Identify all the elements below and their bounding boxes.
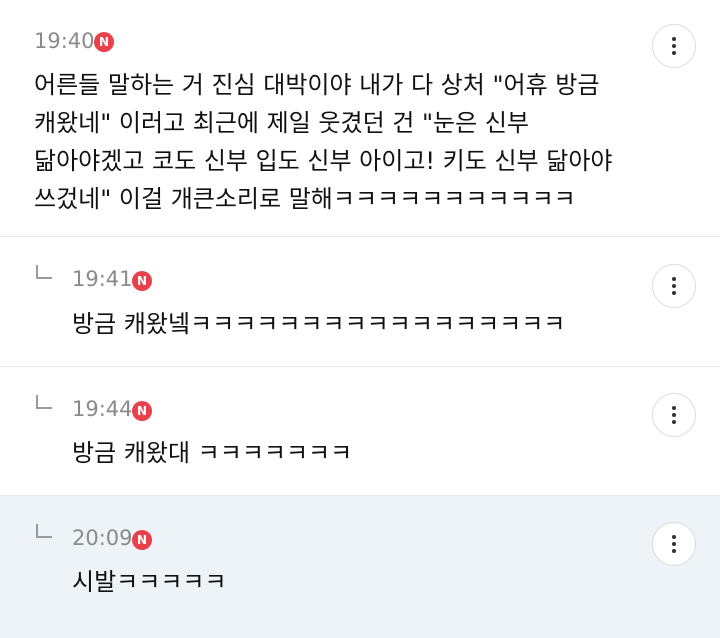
comment-text: 시발ㅋㅋㅋㅋㅋ <box>72 568 227 596</box>
more-dot <box>672 277 676 281</box>
comment-item: 20:09 N 시발ㅋㅋㅋㅋㅋ <box>0 496 720 638</box>
comment-thread: 19:40 N 어른들 말하는 거 진심 대박이야 내가 다 상처 "어휴 방금… <box>0 0 720 638</box>
comment-timestamp: 20:09 <box>72 526 133 550</box>
more-options-button[interactable] <box>652 393 696 437</box>
comment-timestamp: 19:44 <box>72 397 133 421</box>
more-dot <box>672 406 676 410</box>
more-dot <box>672 420 676 424</box>
more-dot <box>672 37 676 41</box>
comment-timestamp: 19:40 <box>34 29 95 53</box>
more-options-button[interactable] <box>652 264 696 308</box>
more-dot <box>672 284 676 288</box>
more-dot <box>672 535 676 539</box>
more-options-button[interactable] <box>652 522 696 566</box>
reply-arrow-icon <box>36 524 52 538</box>
comment-text: 방금 캐왔넼ㅋㅋㅋㅋㅋㅋㅋㅋㅋㅋㅋㅋㅋㅋㅋㅋㅋ <box>72 310 566 338</box>
more-dot <box>672 44 676 48</box>
more-options-button[interactable] <box>652 24 696 68</box>
comment-item: 19:44 N 방금 캐왔대 ㅋㅋㅋㅋㅋㅋㅋ <box>0 367 720 496</box>
comment-item: 19:41 N 방금 캐왔넼ㅋㅋㅋㅋㅋㅋㅋㅋㅋㅋㅋㅋㅋㅋㅋㅋㅋ <box>0 237 720 367</box>
more-dot <box>672 542 676 546</box>
reply-arrow-icon <box>36 395 52 409</box>
reply-arrow-icon <box>36 265 52 279</box>
new-badge: N <box>94 32 114 52</box>
comment-text: 어른들 말하는 거 진심 대박이야 내가 다 상처 "어휴 방금 캐왔네" 이러… <box>34 71 613 213</box>
more-dot <box>672 51 676 55</box>
new-badge: N <box>132 271 152 291</box>
comment-item: 19:40 N 어른들 말하는 거 진심 대박이야 내가 다 상처 "어휴 방금… <box>0 0 720 237</box>
comment-timestamp: 19:41 <box>72 267 133 291</box>
comment-text: 방금 캐왔대 ㅋㅋㅋㅋㅋㅋㅋ <box>72 439 353 467</box>
more-dot <box>672 549 676 553</box>
more-dot <box>672 291 676 295</box>
more-dot <box>672 413 676 417</box>
new-badge: N <box>132 401 152 421</box>
new-badge: N <box>132 530 152 550</box>
